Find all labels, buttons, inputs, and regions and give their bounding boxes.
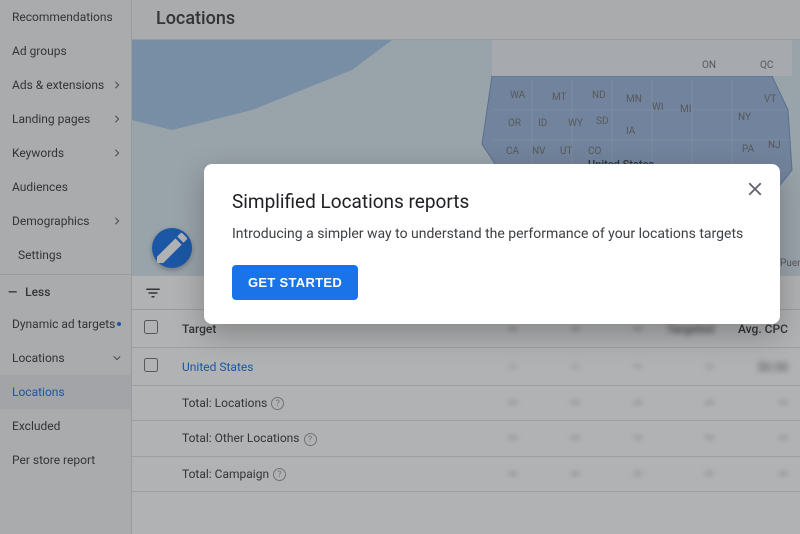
close-icon: [744, 178, 766, 200]
intro-modal: Simplified Locations reports Introducing…: [204, 164, 780, 324]
modal-title: Simplified Locations reports: [232, 190, 752, 213]
modal-close-button[interactable]: [744, 178, 766, 200]
modal-body: Introducing a simpler way to understand …: [232, 225, 752, 245]
get-started-button[interactable]: GET STARTED: [232, 265, 358, 300]
